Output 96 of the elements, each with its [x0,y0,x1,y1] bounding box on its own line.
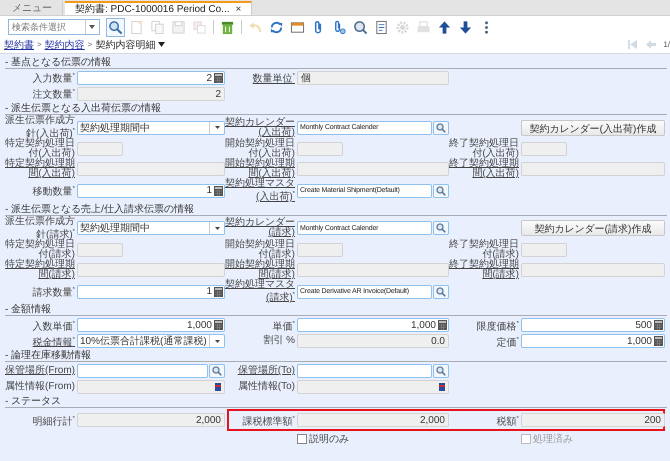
date-field [77,142,123,156]
dropdown-field[interactable]: 10%伝票合計課税(通常課税) [77,334,225,348]
date-field [77,242,123,257]
search-button[interactable] [209,364,225,378]
breadcrumb-link[interactable]: 契約内容 [44,38,85,52]
action-button[interactable]: 契約カレンダー(請求)作成 [521,220,665,236]
date-field [297,242,343,257]
caret-icon [89,25,95,29]
field-label: 派生伝票作成方針(請求)$^{*}$ [5,216,76,240]
calculator-icon[interactable] [654,320,663,330]
number-field[interactable]: 1 [77,184,225,198]
field-label-link[interactable]: 契約処理マスタ(請求)$^{*}$ [225,280,297,304]
calculator-icon[interactable] [438,320,447,330]
field-label: 限度価格$^{*}$ [476,320,520,332]
field-label: 入数単価$^{*}$ [32,320,76,332]
field-label: 税額$^{*}$ [496,414,520,427]
calculator-icon[interactable] [214,186,223,196]
field-label-link[interactable]: 特定契約処理期間(請求) [5,260,77,280]
search-button[interactable] [433,184,449,198]
number-field[interactable]: 1,000 [297,318,449,332]
field-label: 課税標準額$^{*}$ [242,414,296,427]
search-button[interactable] [433,284,449,299]
field-label-link[interactable]: 税金情報$^{*}$ [5,334,77,348]
date-field [297,142,343,156]
number-field[interactable]: 1 [77,284,225,299]
caret-icon [214,340,220,343]
checkbox[interactable] [297,434,307,444]
tab[interactable]: メニュー [2,1,63,15]
readonly-field: 2 [77,87,225,101]
field-label: 注文数量$^{*}$ [32,88,76,101]
section-header[interactable]: - 派生伝票となる売上/仕入請求伝票の情報 [5,202,667,216]
field-label-link[interactable]: 終了契約処理期間(入出荷) [449,159,521,180]
field-label-link[interactable]: 開始契約処理期間(請求) [225,260,297,280]
section-header[interactable]: - ステータス [5,395,667,408]
field-label: 終了契約処理日付(請求) [449,240,520,260]
field-label: 属性情報(From) [5,382,76,392]
field-label: 移動数量$^{*}$ [32,184,76,198]
readonly-field: 0.0 [297,334,449,348]
search-button[interactable] [433,120,449,135]
number-field[interactable]: 500 [521,318,665,332]
search-field[interactable]: 検索条件選択 [8,19,100,35]
date-field [521,242,567,257]
readonly-field: 200 [521,413,665,428]
readonly-field: 2,000 [77,413,225,428]
field-label: 開始契約処理日付(請求) [225,240,296,260]
field-label: 特定契約処理日付(請求) [5,240,76,260]
calculator-icon[interactable] [214,73,223,83]
record-position: 1/ [663,40,670,49]
field-label: 請求数量$^{*}$ [32,286,76,298]
calculator-icon[interactable] [214,320,223,330]
date-field [521,142,567,156]
field-label-link[interactable]: 保管場所(From) [5,366,77,376]
field-label-link[interactable]: 特定契約処理期間(入出荷) [5,159,77,180]
breadcrumb-separator: > [37,40,42,49]
lookup-field[interactable] [77,364,208,378]
readonly-field: 2,000 [297,413,449,428]
breadcrumb-link[interactable]: 契約内容明細 [95,38,156,52]
number-field[interactable]: 2 [77,71,225,85]
field-label-link[interactable]: 保管場所(To) [225,366,297,376]
field-label-link[interactable]: 契約カレンダー(入出荷) [225,118,297,138]
readonly-field: 個 [297,71,449,85]
attribute-icon[interactable] [215,383,221,392]
section-header[interactable]: - 基点となる伝票の情報 [5,56,667,69]
section-header[interactable]: - 金額情報 [5,303,667,316]
breadcrumb-separator: > [88,40,92,49]
field-label-link[interactable]: 契約処理マスタ(入出荷)$^{*}$ [225,179,297,203]
field-label: 入力数量$^{*}$ [32,72,76,85]
number-field[interactable]: 1,000 [77,318,225,332]
field-label-link[interactable]: 契約カレンダー(請求) [225,218,297,238]
caret-icon [214,126,220,130]
calculator-icon[interactable] [654,336,663,346]
lookup-field[interactable] [297,364,432,378]
dropdown-field[interactable]: 契約処理期間中 [77,221,225,236]
caret-icon [214,226,220,230]
breadcrumb-link[interactable]: 契約書 [4,38,34,52]
action-button[interactable]: 契約カレンダー(入出荷)作成 [521,120,665,136]
field-label: 定価$^{*}$ [496,336,520,348]
close-button[interactable]: × [236,4,242,14]
field-label: 明細行計$^{*}$ [32,414,76,427]
field-label-link[interactable]: 終了契約処理期間(請求) [449,260,521,280]
caret-icon[interactable] [158,42,166,47]
attribute-icon[interactable] [439,383,445,392]
field-label-link[interactable]: 数量単位$^{*}$ [225,71,297,85]
search-icon[interactable] [106,18,125,36]
dropdown-field[interactable]: 契約処理期間中 [77,120,225,135]
checkbox-label[interactable]: 説明のみ [309,432,349,446]
field-label: 単価$^{*}$ [272,320,296,332]
field-label: 割引 % [262,336,296,346]
search-button[interactable] [433,364,449,378]
tab[interactable]: 契約書: PDC-1000016 Period Co... × [65,1,252,15]
calculator-icon[interactable] [214,286,223,297]
section-header[interactable]: - 派生伝票となる入出荷伝票の情報 [5,102,667,115]
section-header[interactable]: - 論理在庫移動情報 [5,349,667,362]
number-field[interactable]: 1,000 [521,334,665,348]
field-label: 属性情報(To) [236,382,296,392]
search-button[interactable] [433,221,449,236]
